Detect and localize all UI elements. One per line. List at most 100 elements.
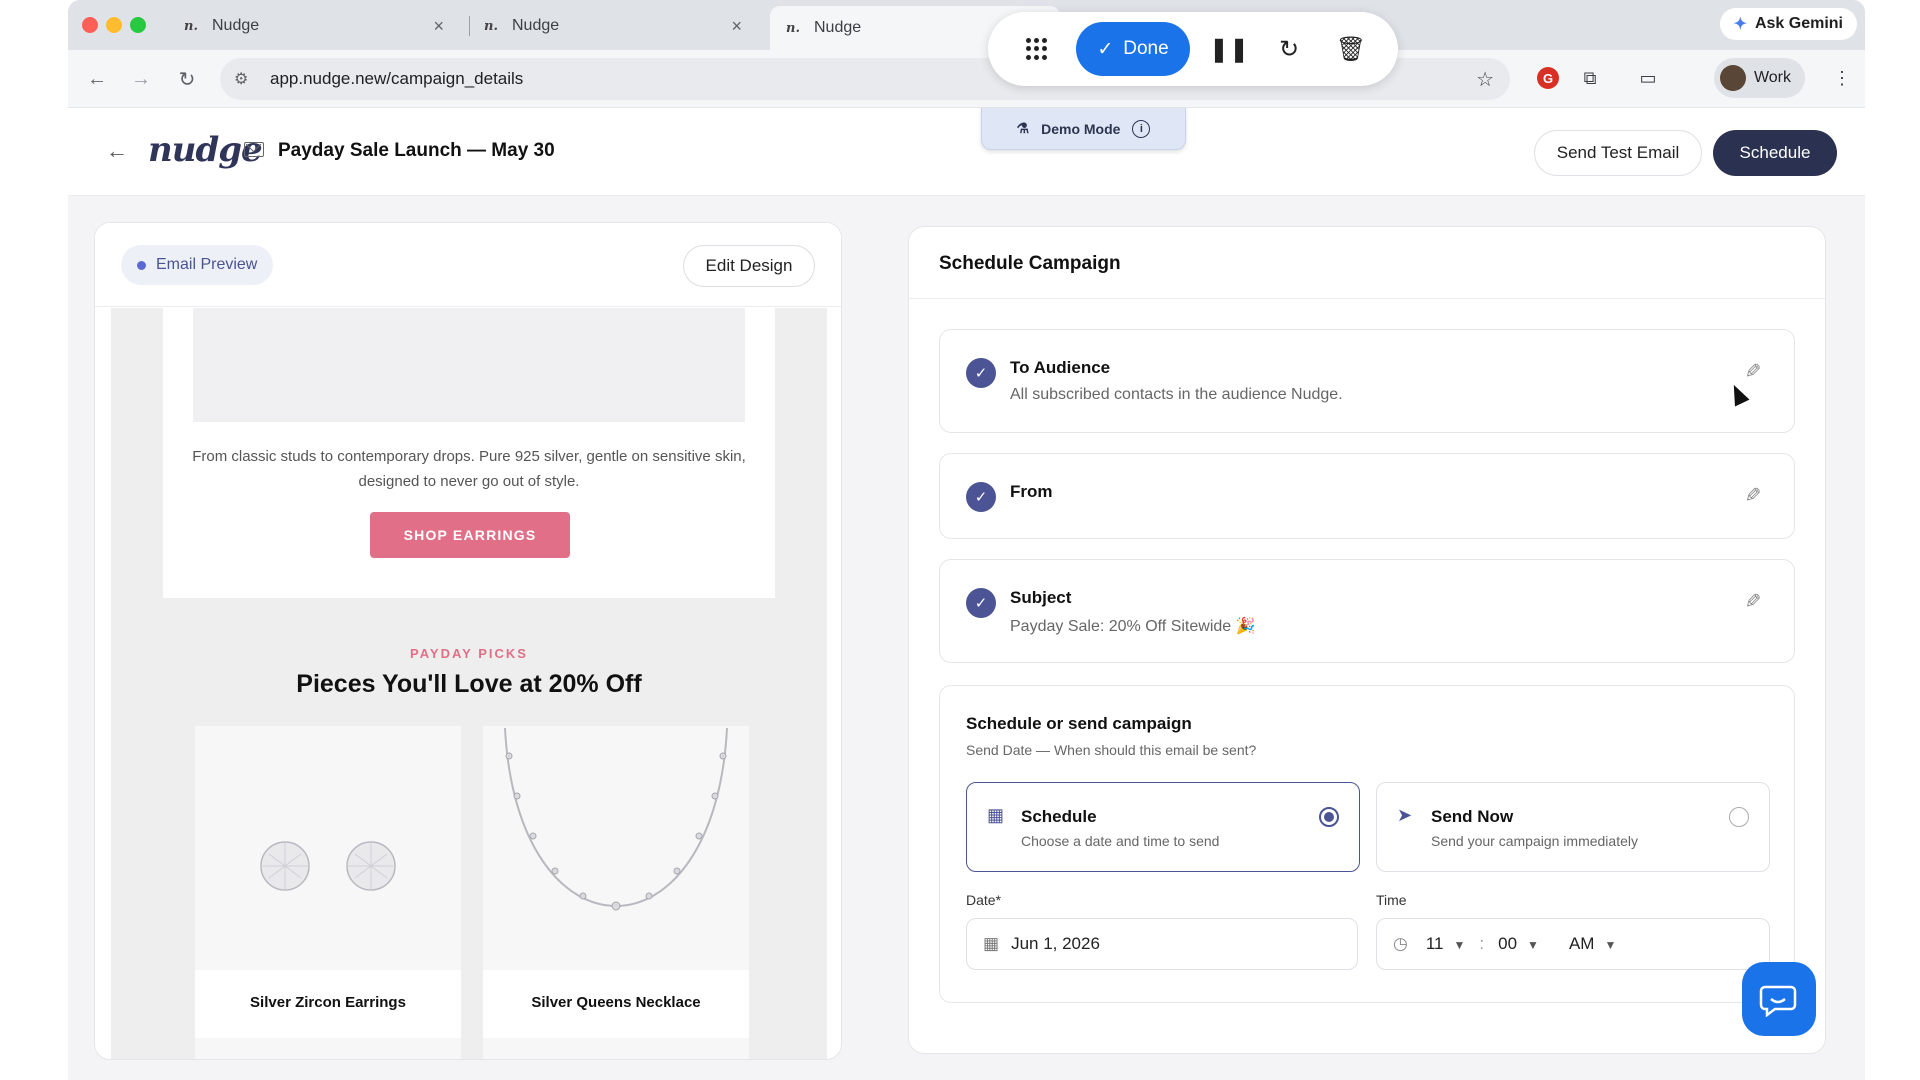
schedule-or-send-block: Schedule or send campaign Send Date — Wh… xyxy=(939,685,1795,1003)
email-description: From classic studs to contemporary drops… xyxy=(192,448,746,490)
minute-select[interactable]: 00 ▼ xyxy=(1498,934,1539,954)
hour-select[interactable]: 11 ▼ xyxy=(1426,934,1466,954)
nudge-favicon-icon: n. xyxy=(184,18,198,34)
minute-value: 00 xyxy=(1498,934,1518,953)
demo-mode-label: Demo Mode xyxy=(1041,120,1121,137)
drag-handle-icon[interactable] xyxy=(1026,38,1047,60)
chevron-down-icon: ▼ xyxy=(1527,938,1539,952)
ampm-select[interactable]: AM ▼ xyxy=(1569,934,1616,954)
maximize-window-button[interactable] xyxy=(130,17,146,33)
edit-pencil-icon[interactable]: ✎ xyxy=(1742,590,1764,613)
checkmark-icon: ✓ xyxy=(966,482,996,512)
step-subtitle: All subscribed contacts in the audience … xyxy=(1010,386,1343,403)
ask-gemini-label: Ask Gemini xyxy=(1754,15,1843,32)
restart-icon[interactable]: ↻ xyxy=(1274,34,1304,64)
tab-2[interactable]: n. Nudge × xyxy=(468,7,756,45)
status-dot-icon xyxy=(137,260,146,270)
send-now-radio[interactable] xyxy=(1729,807,1749,827)
checkmark-icon: ✓ xyxy=(966,588,996,618)
edit-pencil-icon[interactable]: ✎ xyxy=(1742,360,1764,383)
url-text: app.nudge.new/campaign_details xyxy=(270,69,524,88)
demo-mode-badge[interactable]: ⚗ Demo Mode i xyxy=(981,108,1186,150)
email-preview-chip: Email Preview xyxy=(121,245,274,285)
edit-pencil-icon[interactable]: ✎ xyxy=(1742,484,1764,507)
date-field[interactable]: ▦ Jun 1, 2026 xyxy=(966,918,1358,970)
step-title: From xyxy=(1010,482,1053,501)
section-eyebrow: PAYDAY PICKS xyxy=(410,646,528,661)
forward-arrow-icon[interactable]: → xyxy=(126,64,156,94)
product-card[interactable]: Silver Queens Necklace xyxy=(483,726,749,1059)
option-title: Send Now xyxy=(1431,807,1514,826)
send-test-email-button[interactable]: Send Test Email xyxy=(1534,130,1702,176)
step-subtitle: Payday Sale: 20% Off Sitewide 🎉 xyxy=(1010,618,1256,635)
schedule-option[interactable]: ▦ Schedule Choose a date and time to sen… xyxy=(966,782,1360,872)
product-card[interactable]: Silver Zircon Earrings xyxy=(195,726,461,1059)
kebab-menu-icon[interactable]: ⋮ xyxy=(1828,64,1856,92)
time-label: Time xyxy=(1376,892,1407,908)
option-title: Schedule xyxy=(1021,807,1097,826)
product-name: Silver Zircon Earrings xyxy=(195,970,461,1038)
back-arrow-icon[interactable]: ← xyxy=(106,138,128,164)
back-arrow-icon[interactable]: ← xyxy=(82,64,112,94)
schedule-radio[interactable] xyxy=(1319,807,1339,827)
send-now-option[interactable]: ➤ Send Now Send your campaign immediatel… xyxy=(1376,782,1770,872)
browser-toolbar: ← → ↻ ⚙ app.nudge.new/campaign_details ☆… xyxy=(68,50,1865,108)
time-field: ◷ 11 ▼ : 00 ▼ AM ▼ xyxy=(1376,918,1770,970)
profile-name: Work xyxy=(1753,69,1791,86)
recording-toolbar: ✓ Done ❚❚ ↻ 🗑 xyxy=(988,12,1398,86)
close-tab-icon[interactable]: × xyxy=(731,16,742,37)
send-block-subtitle: Send Date — When should this email be se… xyxy=(966,742,1257,758)
browser-window: n. Nudge × n. Nudge × n. Nudge ✦ Ask Gem… xyxy=(68,0,1865,1080)
close-tab-icon[interactable]: × xyxy=(433,16,444,37)
avatar xyxy=(1719,65,1746,91)
support-chat-button[interactable] xyxy=(1742,962,1816,1036)
necklace-image xyxy=(504,727,728,911)
email-canvas[interactable]: From classic studs to contemporary drops… xyxy=(111,308,827,1059)
done-button[interactable]: ✓ Done xyxy=(1076,22,1190,76)
clock-icon: ◷ xyxy=(1393,934,1408,953)
trash-icon[interactable]: 🗑 xyxy=(1336,34,1366,64)
edit-design-button[interactable]: Edit Design xyxy=(683,245,815,287)
checkmark-icon: ✓ xyxy=(966,358,996,388)
hero-image-placeholder xyxy=(193,308,745,422)
send-block-title: Schedule or send campaign xyxy=(966,714,1192,733)
profile-button[interactable]: Work xyxy=(1713,58,1805,98)
site-settings-icon[interactable]: ⚙ xyxy=(234,69,256,89)
chevron-down-icon: ▼ xyxy=(1604,938,1617,952)
close-window-button[interactable] xyxy=(82,17,98,33)
schedule-button[interactable]: Schedule xyxy=(1713,130,1837,176)
bookmark-star-icon[interactable]: ☆ xyxy=(1476,67,1494,92)
reload-icon[interactable]: ↻ xyxy=(172,64,202,94)
send-plane-icon: ➤ xyxy=(1397,805,1413,825)
email-preview-card: Email Preview Edit Design From classic s… xyxy=(94,222,842,1060)
tab-title: Nudge xyxy=(512,17,560,34)
calendar-icon: ▦ xyxy=(987,805,1005,825)
step-to-audience: ✓ To Audience All subscribed contacts in… xyxy=(939,329,1795,433)
option-subtitle: Choose a date and time to send xyxy=(1021,833,1220,849)
earrings-image xyxy=(260,841,396,891)
pause-icon[interactable]: ❚❚ xyxy=(1209,34,1249,64)
date-label: Date* xyxy=(966,892,1002,908)
nudge-favicon-icon: n. xyxy=(786,20,800,36)
extension-grammarly-icon[interactable]: G xyxy=(1534,64,1562,92)
tab-title: Nudge xyxy=(814,19,862,36)
shop-earrings-button[interactable]: SHOP EARRINGS xyxy=(370,512,570,558)
tab-1[interactable]: n. Nudge × xyxy=(168,7,458,45)
ask-gemini-button[interactable]: ✦ Ask Gemini xyxy=(1719,8,1857,40)
minimize-window-button[interactable] xyxy=(106,17,122,33)
schedule-card-title: Schedule Campaign xyxy=(909,227,1825,299)
step-title: Subject xyxy=(1010,588,1072,607)
option-subtitle: Send your campaign immediately xyxy=(1431,833,1638,849)
desktop: n. Nudge × n. Nudge × n. Nudge ✦ Ask Gem… xyxy=(0,0,1920,1080)
campaign-title: Payday Sale Launch — May 30 xyxy=(278,140,555,161)
schedule-campaign-card: Schedule Campaign ✓ To Audience All subs… xyxy=(908,226,1826,1054)
info-icon[interactable]: i xyxy=(1132,119,1151,138)
product-name: Silver Queens Necklace xyxy=(483,970,749,1038)
done-label: Done xyxy=(1123,38,1169,59)
extensions-puzzle-icon[interactable]: ⧉ xyxy=(1576,64,1604,92)
ampm-value: AM xyxy=(1568,934,1595,953)
mail-icon xyxy=(244,142,264,157)
tab-search-icon[interactable]: ▭ xyxy=(1634,64,1662,92)
email-content-block: From classic studs to contemporary drops… xyxy=(163,308,775,598)
preview-header: Email Preview Edit Design xyxy=(95,223,841,307)
